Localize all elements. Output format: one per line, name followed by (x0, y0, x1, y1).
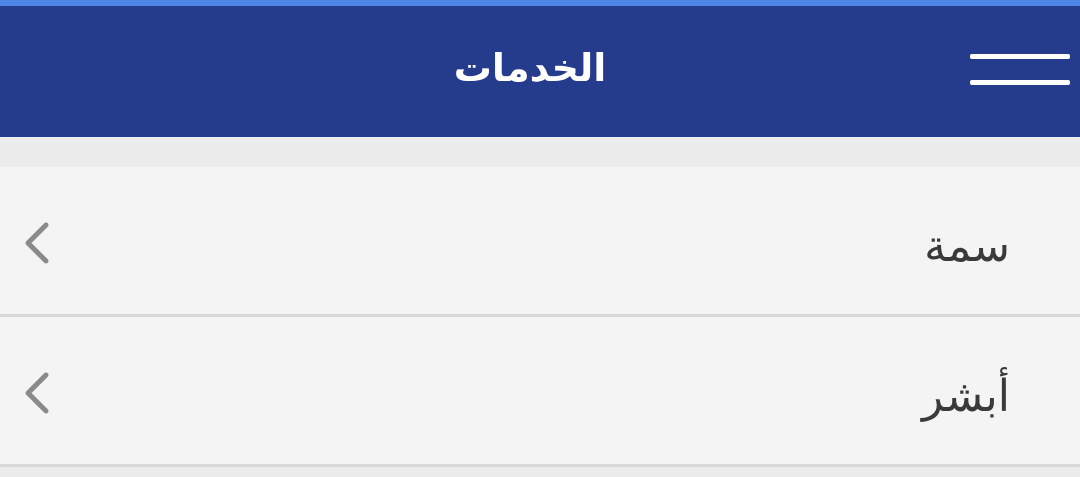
page-title: الخدمات (453, 46, 607, 90)
header-spacer (0, 137, 1080, 167)
chevron-left-icon (25, 222, 49, 264)
list-bottom-spacer (0, 467, 1080, 477)
hamburger-menu-icon-bar (970, 80, 1070, 85)
hamburger-menu-icon (970, 54, 1070, 59)
chevron-left-icon (25, 372, 49, 414)
service-item-label: أبشر (922, 371, 1010, 422)
service-item-label: سمة (924, 221, 1010, 272)
service-item-simah[interactable]: سمة (0, 167, 1080, 317)
service-item-absher[interactable]: أبشر (0, 317, 1080, 467)
menu-button[interactable] (968, 50, 1070, 90)
services-list: سمة أبشر (0, 167, 1080, 467)
app-header: الخدمات (0, 6, 1080, 137)
